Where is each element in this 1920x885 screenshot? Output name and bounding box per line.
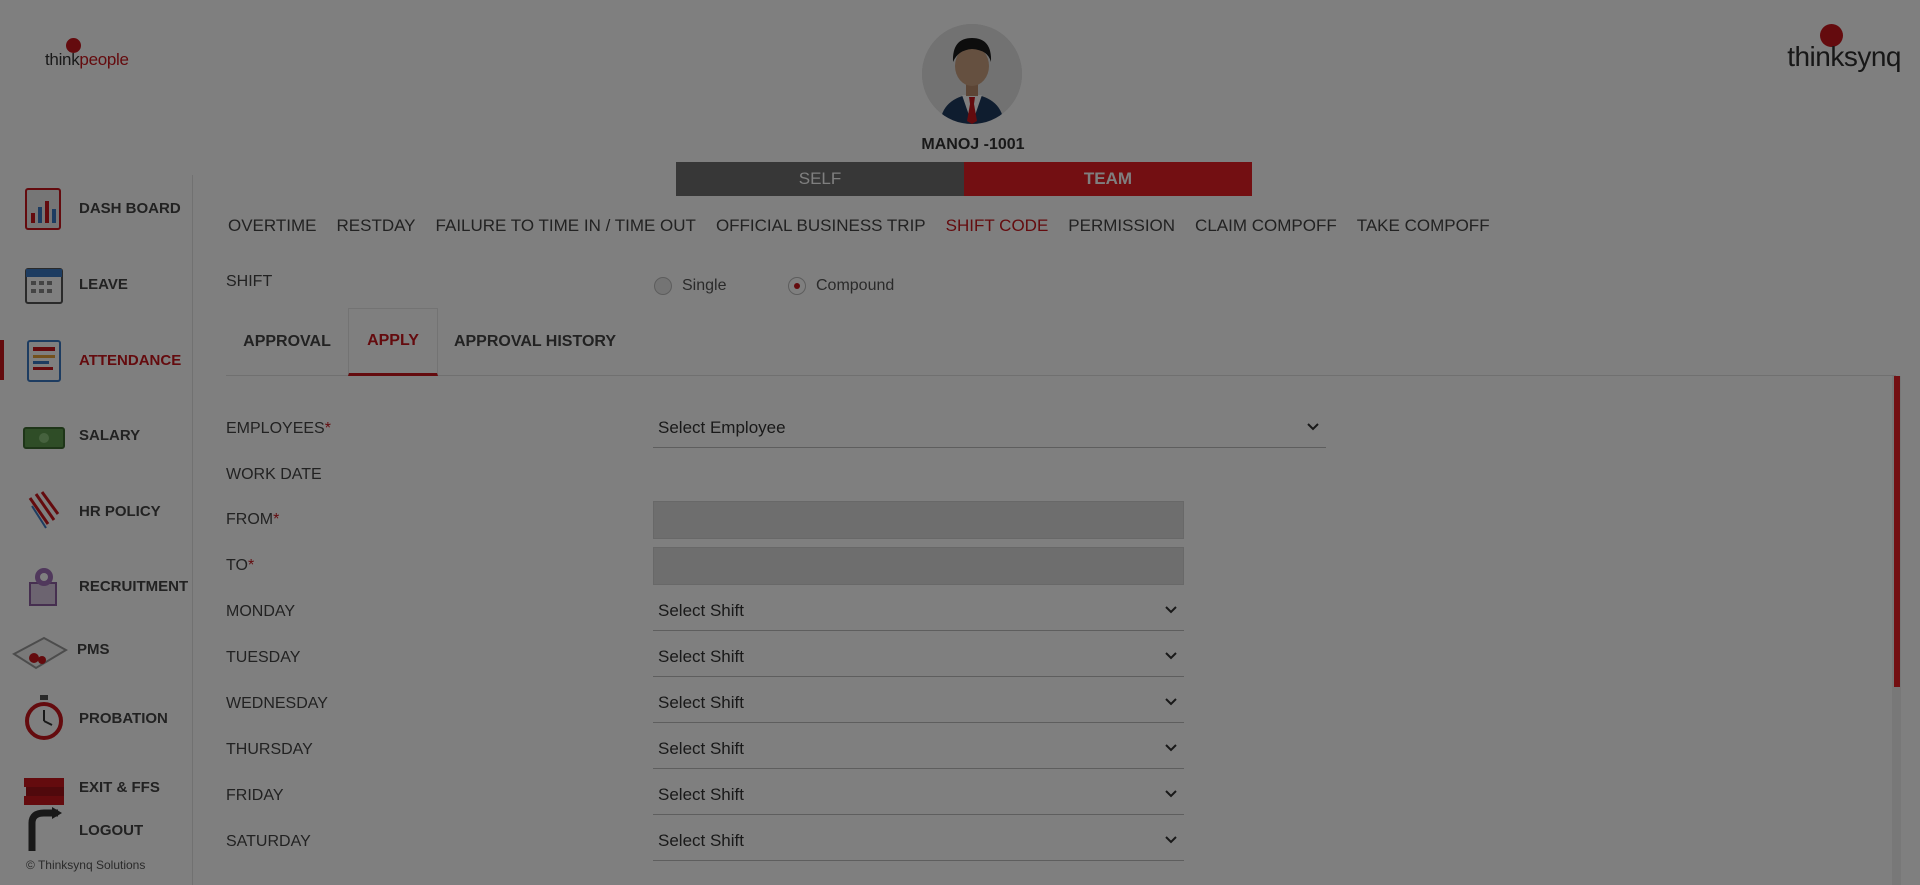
sidebar-item-label: LEAVE: [79, 275, 128, 293]
shift-select-value: Select Shift: [658, 600, 744, 620]
pms-icon: [10, 624, 69, 674]
team-toggle-button[interactable]: TEAM: [964, 162, 1252, 196]
sidebar-item-logout[interactable]: LOGOUT: [0, 798, 192, 862]
shift-label: SHIFT: [226, 273, 273, 290]
sidebar-item-label: LOGOUT: [79, 821, 144, 839]
saturday-label: SATURDAY: [226, 833, 311, 850]
sidebar-item-label: ATTENDANCE: [79, 351, 182, 369]
tab-approval-history[interactable]: APPROVAL HISTORY: [438, 308, 632, 376]
policy-icon: [22, 486, 66, 536]
sidebar-item-label: HR POLICY: [79, 502, 161, 520]
from-label: FROM*: [226, 511, 280, 528]
copyright-text: © Thinksynq Solutions: [26, 858, 146, 872]
sidebar-item-label: EXIT & FFS: [79, 778, 160, 796]
sidebar-item-label: RECRUITMENT: [79, 577, 189, 595]
tab-shift-code[interactable]: SHIFT CODE: [946, 216, 1049, 236]
shift-select-value: Select Shift: [658, 646, 744, 666]
attendance-tabs: OVERTIME RESTDAY FAILURE TO TIME IN / TI…: [228, 216, 1490, 236]
sidebar-item-salary[interactable]: SALARY: [0, 403, 192, 467]
avatar-person-icon: [922, 24, 1022, 124]
chevron-down-icon: [1165, 698, 1177, 706]
logout-icon: [22, 805, 66, 855]
logo-think-text: think: [45, 50, 80, 69]
chevron-down-icon: [1165, 652, 1177, 660]
shift-select-value: Select Shift: [658, 738, 744, 758]
scrollbar[interactable]: [1892, 376, 1901, 885]
friday-shift-select[interactable]: Select Shift: [653, 775, 1184, 815]
tab-restday[interactable]: RESTDAY: [336, 216, 415, 236]
saturday-shift-select[interactable]: Select Shift: [653, 821, 1184, 861]
thursday-label: THURSDAY: [226, 741, 313, 758]
tab-failure-to-time-in-out[interactable]: FAILURE TO TIME IN / TIME OUT: [436, 216, 696, 236]
avatar: [922, 24, 1022, 124]
tab-claim-compoff[interactable]: CLAIM COMPOFF: [1195, 216, 1337, 236]
shift-compound-radio[interactable]: Compound: [788, 277, 894, 295]
tab-permission[interactable]: PERMISSION: [1068, 216, 1175, 236]
employees-label: EMPLOYEES*: [226, 420, 331, 437]
chevron-down-icon: [1165, 790, 1177, 798]
shift-select-value: Select Shift: [658, 784, 744, 804]
sidebar-item-label: DASH BOARD: [79, 199, 181, 217]
chevron-down-icon: [1307, 423, 1319, 431]
thursday-shift-select[interactable]: Select Shift: [653, 729, 1184, 769]
chevron-down-icon: [1165, 836, 1177, 844]
scrollbar-thumb[interactable]: [1894, 376, 1900, 687]
monday-label: MONDAY: [226, 603, 296, 620]
from-date-input[interactable]: [653, 501, 1184, 539]
tuesday-label: TUESDAY: [226, 649, 301, 666]
radio-circle: [788, 277, 806, 295]
tab-overtime[interactable]: OVERTIME: [228, 216, 316, 236]
monday-shift-select[interactable]: Select Shift: [653, 591, 1184, 631]
sidebar-item-attendance[interactable]: ATTENDANCE: [0, 328, 192, 392]
sidebar-item-probation[interactable]: PROBATION: [0, 686, 192, 750]
self-toggle-button[interactable]: SELF: [676, 162, 964, 196]
sidebar-item-label: PROBATION: [79, 709, 168, 727]
tab-take-compoff[interactable]: TAKE COMPOFF: [1357, 216, 1490, 236]
thinkpeople-logo: thinkpeople: [45, 38, 145, 74]
thinksynq-logo: thinksynq: [1781, 24, 1901, 74]
chevron-down-icon: [1165, 744, 1177, 752]
sidebar-item-dashboard[interactable]: DASH BOARD: [0, 176, 192, 240]
sidebar-item-label: PMS: [77, 640, 110, 658]
radio-label: Single: [682, 277, 727, 294]
app-header: thinkpeople MANOJ -1001 thinksynq: [0, 0, 1920, 170]
tab-approval[interactable]: APPROVAL: [226, 308, 348, 376]
sidebar-item-label: SALARY: [79, 426, 141, 444]
sidebar-item-recruitment[interactable]: RECRUITMENT: [0, 554, 192, 618]
sidebar-item-hr-policy[interactable]: HR POLICY: [0, 479, 192, 543]
logo-thinksynq-text: thinksynq: [1787, 41, 1901, 72]
tuesday-shift-select[interactable]: Select Shift: [653, 637, 1184, 677]
friday-label: FRIDAY: [226, 787, 284, 804]
recruitment-icon: [22, 561, 66, 611]
chevron-down-icon: [1165, 606, 1177, 614]
to-date-input[interactable]: [653, 547, 1184, 585]
tab-apply[interactable]: APPLY: [348, 308, 438, 376]
shift-single-radio[interactable]: Single: [654, 277, 726, 295]
employee-select-value: Select Employee: [658, 417, 786, 437]
radio-label: Compound: [816, 277, 895, 294]
attendance-icon: [22, 335, 66, 385]
tab-official-business-trip[interactable]: OFFICIAL BUSINESS TRIP: [716, 216, 926, 236]
radio-circle: [654, 277, 672, 295]
sub-tabs: APPROVAL APPLY APPROVAL HISTORY: [226, 308, 1896, 376]
dashboard-icon: [22, 183, 66, 233]
sidebar-item-leave[interactable]: LEAVE: [0, 252, 192, 316]
calendar-icon: [22, 259, 66, 309]
to-label: TO*: [226, 557, 255, 574]
employee-select[interactable]: Select Employee: [653, 408, 1326, 448]
wednesday-shift-select[interactable]: Select Shift: [653, 683, 1184, 723]
self-team-toggle: SELF TEAM: [676, 162, 1252, 196]
user-name: MANOJ -1001: [921, 136, 1025, 153]
sidebar-item-pms[interactable]: PMS: [0, 617, 192, 681]
logo-people-text: people: [79, 50, 129, 69]
work-date-label: WORK DATE: [226, 466, 322, 483]
money-icon: [22, 410, 66, 460]
stopwatch-icon: [22, 693, 66, 743]
shift-select-value: Select Shift: [658, 830, 744, 850]
wednesday-label: WEDNESDAY: [226, 695, 328, 712]
shift-select-value: Select Shift: [658, 692, 744, 712]
